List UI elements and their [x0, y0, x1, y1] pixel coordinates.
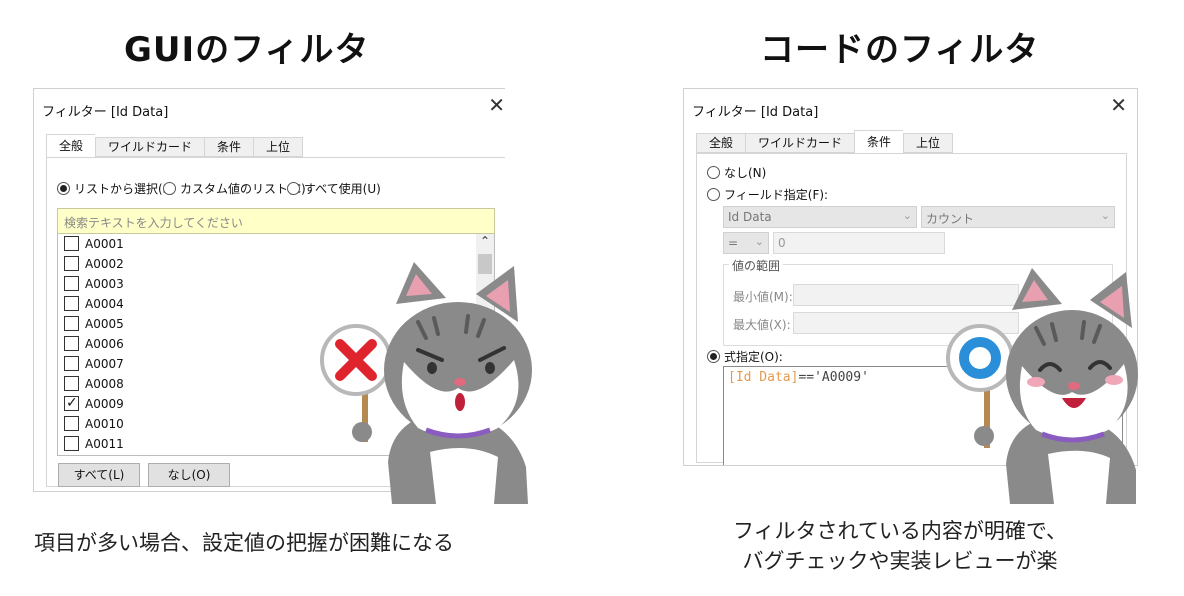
- checkbox[interactable]: [64, 276, 79, 291]
- caption-code-line1: フィルタされている内容が明確で、: [732, 519, 1068, 543]
- cat-x-sign-illustration: [320, 262, 532, 504]
- checkbox[interactable]: [64, 436, 79, 451]
- close-icon[interactable]: ✕: [1110, 95, 1127, 115]
- dialog-title: フィルター [Id Data]: [42, 105, 169, 120]
- max-label: 最大値(X):: [733, 318, 791, 332]
- radio-off-icon: [287, 182, 300, 195]
- expression-operator-token: =='A0009': [798, 370, 869, 385]
- tab-wildcard[interactable]: ワイルドカード: [745, 133, 855, 153]
- list-item-label: A0011: [85, 437, 124, 451]
- radio-label: なし(N): [724, 166, 767, 180]
- radio-label: 式指定(O):: [724, 350, 783, 364]
- radio-by-field[interactable]: フィールド指定(F):: [707, 186, 828, 203]
- field-select-value: Id Data: [728, 210, 772, 224]
- expression-field-token: [Id Data]: [728, 370, 799, 385]
- list-item-label: A0006: [85, 337, 124, 351]
- checkbox[interactable]: [64, 356, 79, 371]
- radio-on-icon: [57, 182, 70, 195]
- checkbox-checked[interactable]: [64, 393, 79, 413]
- tab-general[interactable]: 全般: [46, 134, 96, 157]
- list-item[interactable]: A0001: [58, 234, 494, 254]
- chevron-down-icon: ⌄: [754, 235, 764, 248]
- aggregation-select-value: カウント: [926, 212, 975, 226]
- checkbox[interactable]: [64, 336, 79, 351]
- checkbox[interactable]: [64, 316, 79, 331]
- radio-off-icon: [163, 182, 176, 195]
- list-item-label: A0007: [85, 357, 124, 371]
- dialog-title: フィルター [Id Data]: [692, 105, 819, 120]
- range-legend: 値の範囲: [729, 257, 784, 274]
- checkbox[interactable]: [64, 296, 79, 311]
- chevron-down-icon: ⌄: [902, 209, 912, 222]
- radio-off-icon: [707, 188, 720, 201]
- caption-code: フィルタされている内容が明確で、 バグチェックや実装レビューが楽: [690, 516, 1110, 576]
- radio-select-from-list[interactable]: リストから選択(S): [57, 180, 175, 197]
- checkbox[interactable]: [64, 236, 79, 251]
- chevron-up-icon[interactable]: ⌃: [480, 234, 490, 248]
- search-input[interactable]: 検索テキストを入力してください: [57, 208, 495, 234]
- caption-code-line2: バグチェックや実装レビューが楽: [742, 549, 1058, 573]
- select-none-button[interactable]: なし(O): [148, 463, 230, 487]
- radio-on-icon: [707, 350, 720, 363]
- caption-gui: 項目が多い場合、設定値の把握が困難になる: [34, 531, 454, 555]
- operator-select-value: =: [728, 236, 739, 250]
- heading-code-filter: コードのフィルタ: [760, 30, 1040, 70]
- checkbox[interactable]: [64, 376, 79, 391]
- radio-label: すべて使用(U): [304, 182, 381, 196]
- radio-off-icon: [707, 166, 720, 179]
- list-item-label: A0004: [85, 297, 124, 311]
- tab-top[interactable]: 上位: [903, 133, 954, 153]
- tab-bar: 全般 ワイルドカード 条件 上位: [46, 134, 304, 157]
- tab-condition[interactable]: 条件: [854, 130, 904, 153]
- radio-label: フィールド指定(F):: [724, 188, 829, 202]
- radio-custom-list[interactable]: カスタム値のリスト(C): [163, 180, 306, 197]
- tab-condition[interactable]: 条件: [204, 137, 254, 157]
- select-all-button[interactable]: すべて(L): [58, 463, 140, 487]
- radio-none[interactable]: なし(N): [707, 164, 766, 181]
- list-item-label: A0002: [85, 257, 124, 271]
- radio-label: リストから選択(S): [74, 182, 175, 196]
- list-item-label: A0009: [85, 397, 124, 411]
- tab-general[interactable]: 全般: [696, 133, 746, 153]
- list-item-label: A0010: [85, 417, 124, 431]
- tab-top[interactable]: 上位: [253, 137, 304, 157]
- list-item-label: A0005: [85, 317, 124, 331]
- operator-select[interactable]: = ⌄: [723, 232, 769, 254]
- list-item-label: A0003: [85, 277, 124, 291]
- checkbox[interactable]: [64, 256, 79, 271]
- cat-o-sign-illustration: [946, 268, 1138, 504]
- aggregation-select[interactable]: カウント ⌄: [921, 206, 1115, 228]
- tab-bar: 全般 ワイルドカード 条件 上位: [696, 130, 954, 153]
- field-select[interactable]: Id Data ⌄: [723, 206, 917, 228]
- min-label: 最小値(M):: [733, 290, 793, 304]
- chevron-down-icon: ⌄: [1100, 209, 1110, 222]
- value-input[interactable]: 0: [773, 232, 945, 254]
- radio-use-all[interactable]: すべて使用(U): [287, 180, 381, 197]
- radio-by-expression[interactable]: 式指定(O):: [707, 348, 783, 365]
- list-item-label: A0008: [85, 377, 124, 391]
- heading-gui-filter: GUIのフィルタ: [124, 30, 370, 70]
- close-icon[interactable]: ✕: [488, 95, 505, 115]
- list-item-label: A0001: [85, 237, 124, 251]
- tab-wildcard[interactable]: ワイルドカード: [95, 137, 205, 157]
- checkbox[interactable]: [64, 416, 79, 431]
